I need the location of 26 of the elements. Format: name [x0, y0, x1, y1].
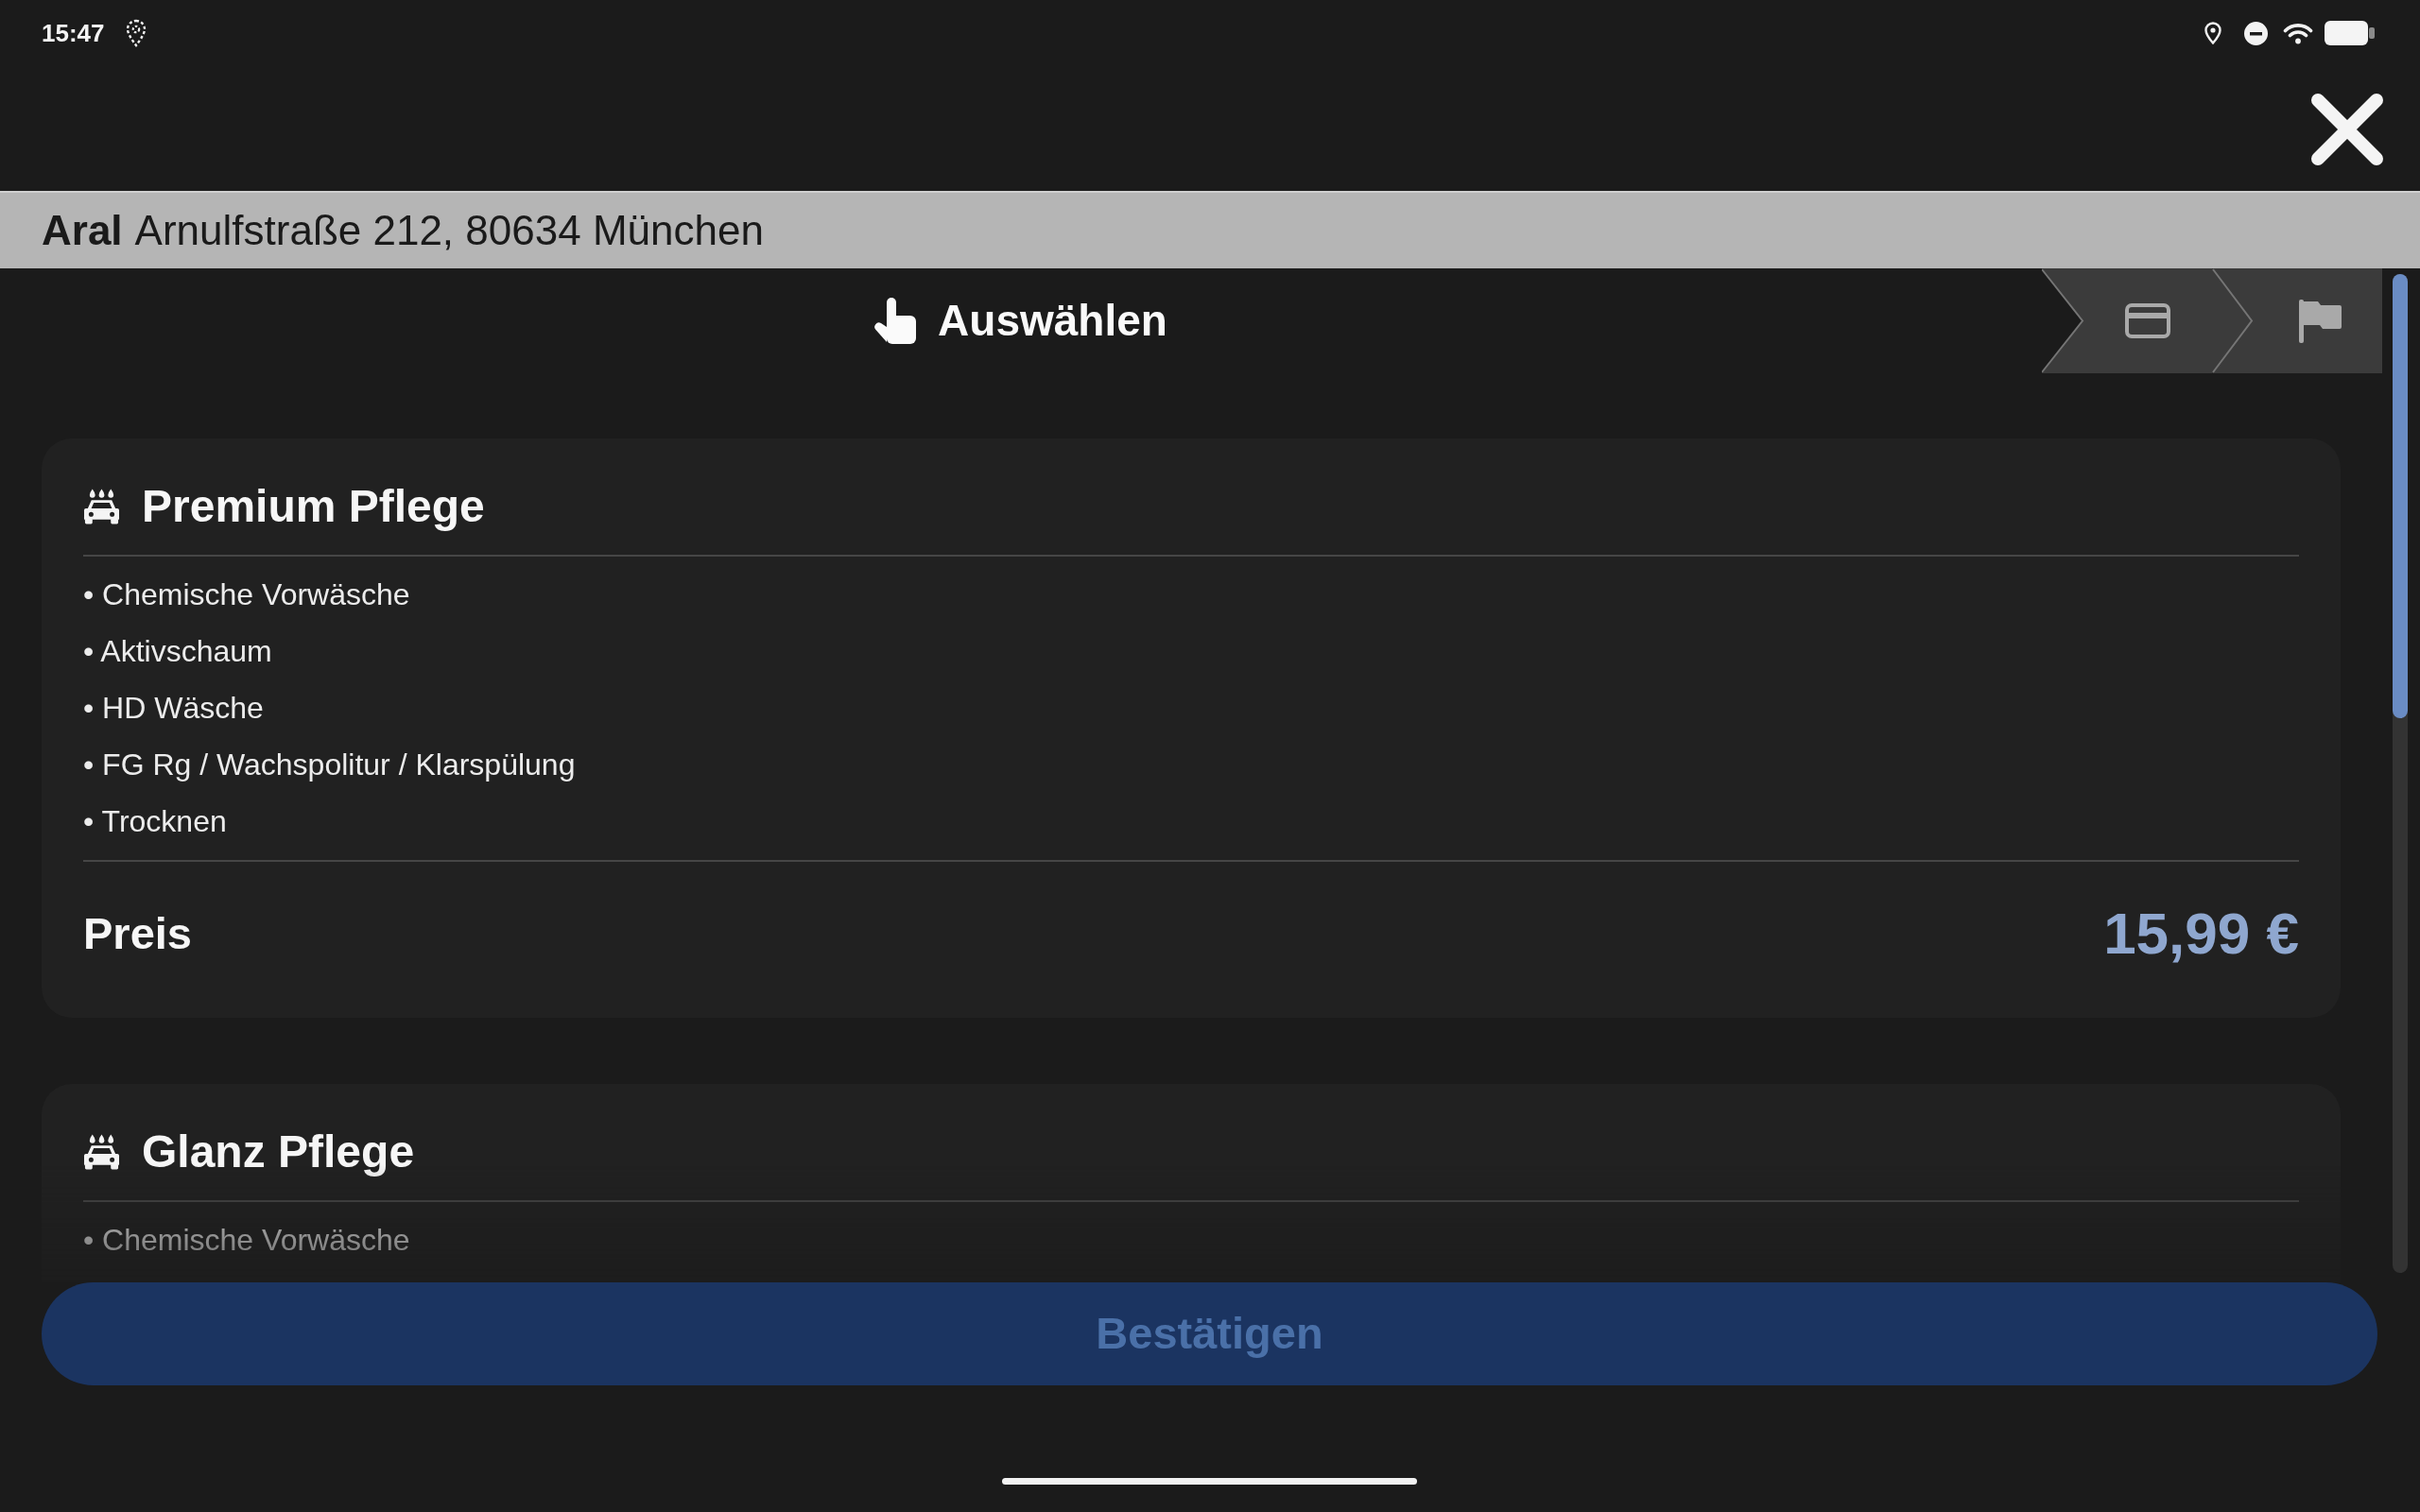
address-text: Arnulfstraße 212, 80634 München [134, 210, 764, 251]
scrollbar-thumb[interactable] [2393, 274, 2408, 718]
package-title: Glanz Pflege [142, 1125, 415, 1178]
status-time: 15:47 [42, 21, 105, 45]
pointing-hand-icon [874, 298, 917, 344]
flag-icon [2299, 300, 2342, 343]
price-value: 15,99 € [2103, 899, 2299, 968]
feature-item: • Trocknen [83, 803, 228, 840]
close-button[interactable] [2309, 92, 2385, 167]
dashed-location-pin-icon [125, 19, 147, 47]
feature-item: • Chemische Vorwäsche [83, 576, 411, 613]
step-title: Auswählen [938, 294, 1167, 347]
brand-name: Aral [42, 210, 123, 251]
credit-card-icon [2125, 303, 2170, 338]
package-title: Premium Pflege [142, 480, 485, 533]
feature-item: • FG Rg / Wachspolitur / Klarspülung [83, 747, 577, 783]
battery-icon [2325, 21, 2375, 45]
feature-item: • HD Wäsche [83, 690, 265, 727]
car-wash-icon [83, 1134, 120, 1170]
wifi-icon [2283, 22, 2313, 44]
feature-item: • Chemische Vorwäsche [83, 1222, 411, 1259]
price-label: Preis [83, 906, 192, 960]
location-pin-icon [2204, 22, 2221, 44]
car-wash-icon [83, 489, 120, 524]
feature-item: • Aktivschaum [83, 633, 273, 670]
close-icon [2309, 92, 2385, 167]
